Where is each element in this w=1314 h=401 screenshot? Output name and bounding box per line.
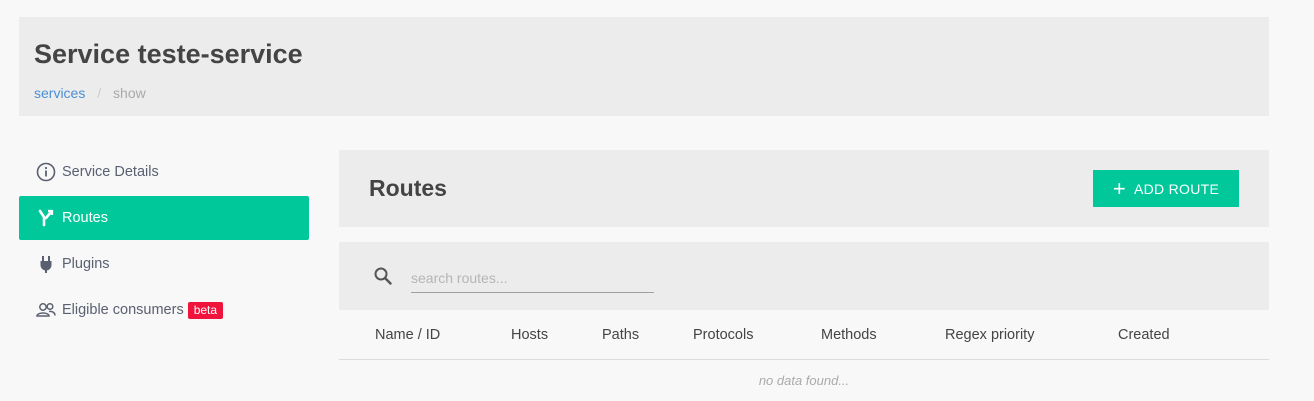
- breadcrumb-current: show: [113, 85, 146, 101]
- route-icon: [35, 207, 57, 229]
- routes-header: Routes + ADD ROUTE: [339, 150, 1269, 227]
- sidebar-item-eligible-consumers[interactable]: Eligible consumers beta: [19, 288, 309, 332]
- plug-icon: [35, 253, 57, 275]
- column-header[interactable]: Methods: [821, 327, 877, 343]
- column-header[interactable]: Created: [1118, 327, 1170, 343]
- search-input[interactable]: [411, 264, 654, 293]
- sidebar-item-plugins[interactable]: Plugins: [19, 242, 309, 286]
- column-header[interactable]: Protocols: [693, 327, 753, 343]
- column-header[interactable]: Hosts: [511, 327, 548, 343]
- users-icon: [35, 299, 57, 321]
- search-bar: [339, 242, 1269, 310]
- info-icon: [35, 161, 57, 183]
- empty-state: no data found...: [758, 372, 850, 388]
- column-header[interactable]: Regex priority: [945, 327, 1034, 343]
- routes-title: Routes: [369, 175, 447, 201]
- routes-table: Name / ID Hosts Paths Protocols Methods …: [339, 310, 1269, 400]
- add-route-button[interactable]: + ADD ROUTE: [1093, 170, 1239, 207]
- plus-icon: +: [1112, 175, 1126, 201]
- sidebar-item-routes[interactable]: Routes: [19, 196, 309, 240]
- sidebar-item-label: Eligible consumers: [62, 302, 184, 318]
- sidebar-item-label: Service Details: [62, 164, 159, 180]
- beta-badge: beta: [187, 301, 224, 319]
- page-title: Service teste-service: [34, 39, 303, 69]
- search-icon: [373, 266, 393, 291]
- sidebar-item-label: Routes: [62, 210, 108, 226]
- table-header: Name / ID Hosts Paths Protocols Methods …: [339, 310, 1269, 360]
- breadcrumb-separator: /: [97, 85, 102, 101]
- page-header: Service teste-service services / show: [19, 17, 1269, 116]
- sidebar: Service Details Routes Plugins Eligible …: [19, 150, 309, 334]
- add-route-label: ADD ROUTE: [1134, 180, 1220, 197]
- breadcrumb-services-link[interactable]: services: [34, 85, 85, 101]
- column-header[interactable]: Paths: [602, 327, 639, 343]
- sidebar-item-label: Plugins: [62, 256, 110, 272]
- breadcrumb: services / show: [34, 85, 146, 101]
- column-header[interactable]: Name / ID: [375, 327, 440, 343]
- sidebar-item-service-details[interactable]: Service Details: [19, 150, 309, 194]
